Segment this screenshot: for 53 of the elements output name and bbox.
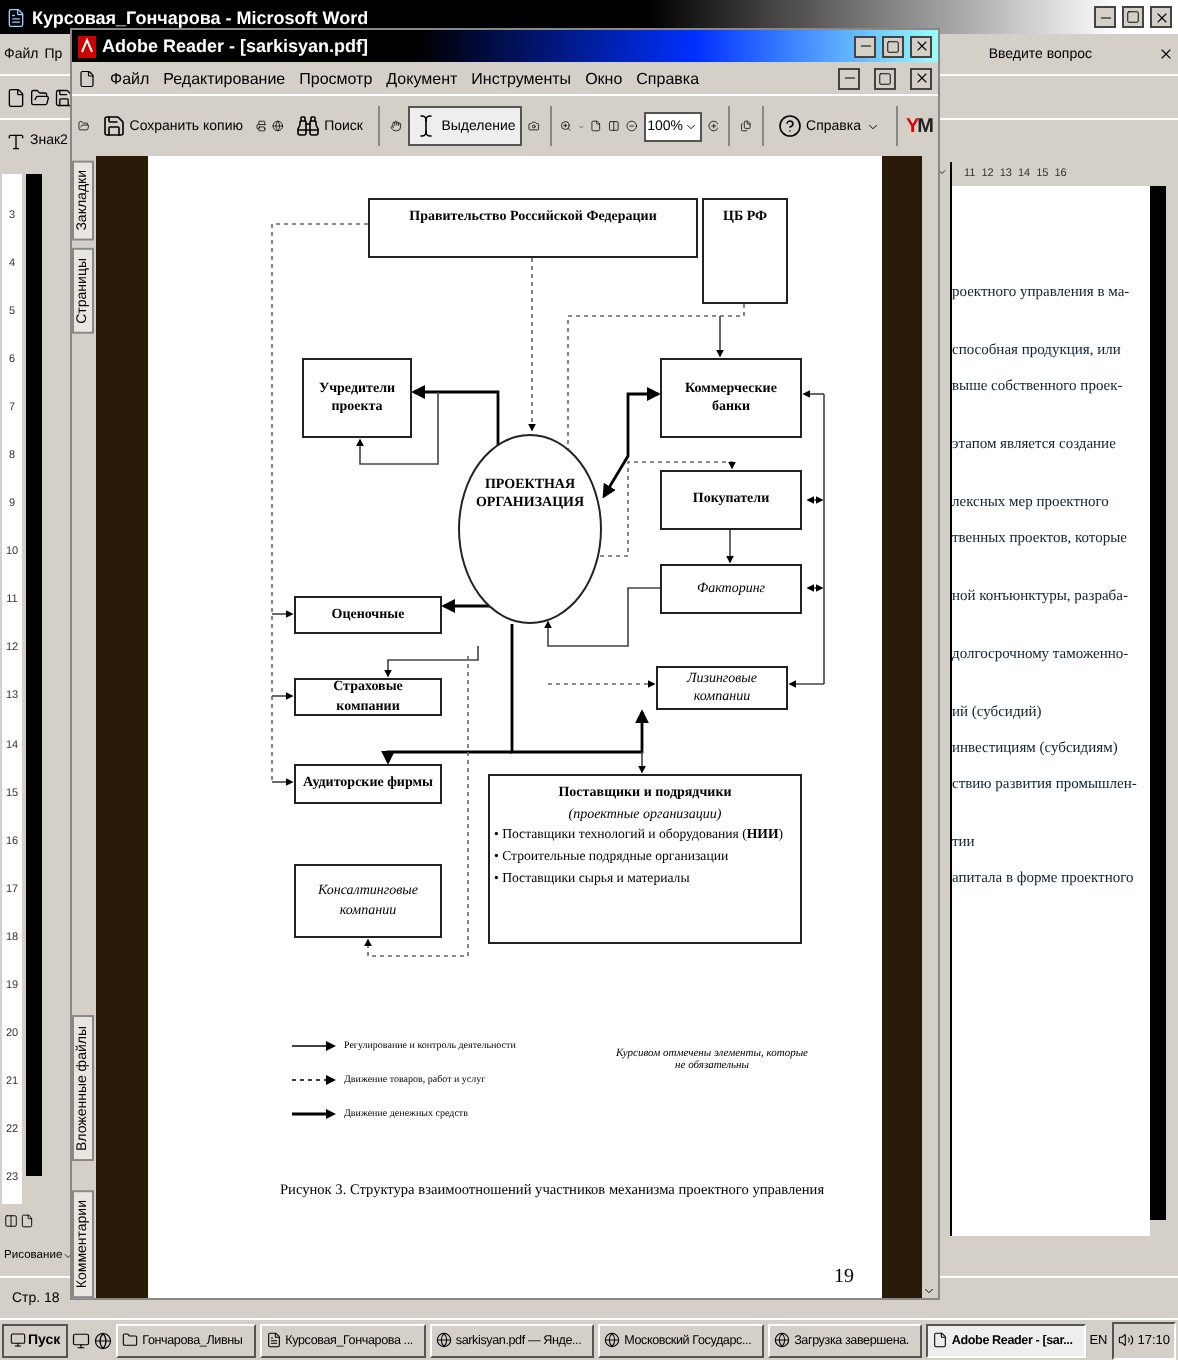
logo[interactable]: YM <box>905 115 932 137</box>
binoculars-icon <box>296 114 321 138</box>
view-icon <box>4 1213 18 1227</box>
restore-icon <box>878 71 892 85</box>
minimize-button[interactable] <box>1094 6 1116 28</box>
menu-item[interactable]: Файл <box>110 69 150 87</box>
close-button[interactable] <box>1150 6 1172 28</box>
menu-item[interactable]: Редактирование <box>163 69 286 87</box>
save-icon <box>54 87 74 107</box>
minimize-button[interactable] <box>854 35 876 57</box>
windows-icon <box>10 1332 26 1348</box>
caret-icon <box>62 1250 75 1262</box>
window-title: Курсовая_Гончарова - Microsoft Word <box>32 7 369 27</box>
word-icon <box>265 1332 282 1348</box>
close-icon <box>1158 46 1174 62</box>
style-icon <box>6 131 26 151</box>
help-icon <box>778 114 803 138</box>
folder-icon <box>122 1332 139 1348</box>
open-folder-icon <box>30 87 50 107</box>
pdf-icon <box>78 35 96 57</box>
browser-icon <box>94 1331 113 1349</box>
desktop-icon <box>72 1331 91 1349</box>
menu-item[interactable]: Документ <box>386 69 458 87</box>
pdf-icon <box>931 1332 948 1348</box>
close-button[interactable] <box>910 35 932 57</box>
maximize-icon <box>1126 10 1140 24</box>
caret-icon <box>683 119 697 133</box>
page-view-icon <box>20 1213 34 1227</box>
window-title: Adobe Reader - [sarkisyan.pdf] <box>102 36 369 56</box>
browser-icon <box>604 1332 621 1348</box>
menu-item[interactable]: Справка <box>636 69 700 87</box>
document-icon <box>6 7 26 27</box>
maximize-button[interactable] <box>882 35 904 57</box>
minimize-button[interactable] <box>838 67 860 89</box>
scroll-down-icon <box>922 1284 936 1298</box>
menu-item[interactable]: Просмотр <box>299 69 373 87</box>
maximize-button[interactable] <box>1122 6 1144 28</box>
new-document-icon <box>6 87 26 107</box>
close-icon <box>1153 9 1169 25</box>
speaker-icon <box>1117 1332 1134 1348</box>
close-icon <box>913 70 929 86</box>
maximize-icon <box>886 39 900 53</box>
close-icon <box>913 38 929 54</box>
close-button[interactable] <box>910 67 932 89</box>
caret-icon <box>865 119 879 133</box>
pdf-document-icon <box>78 69 96 87</box>
menu-item[interactable]: Инструменты <box>471 69 572 87</box>
page-number: 19 <box>834 1266 854 1288</box>
browser-icon <box>774 1332 791 1348</box>
browser-icon <box>435 1332 452 1348</box>
restore-button[interactable] <box>874 67 896 89</box>
menu-item[interactable]: Окно <box>585 69 623 87</box>
save-icon <box>101 114 126 138</box>
